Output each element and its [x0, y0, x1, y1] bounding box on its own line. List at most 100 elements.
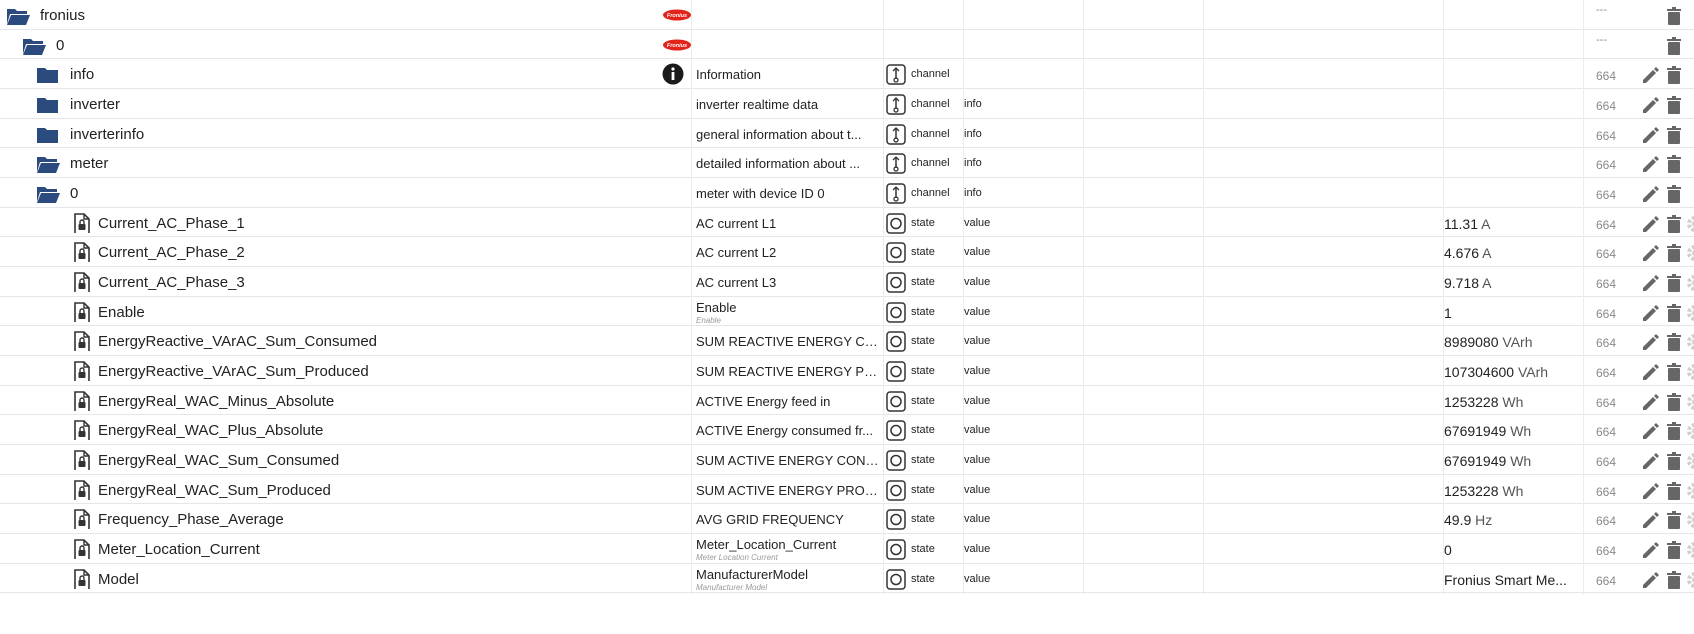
delete-icon[interactable] — [1664, 243, 1684, 263]
value-text[interactable]: 49.9 Hz — [1444, 512, 1582, 528]
table-row[interactable]: 0 meter with device ID 0 channel info 664 — [0, 178, 1694, 210]
delete-icon[interactable] — [1664, 570, 1684, 590]
acl-text[interactable]: 664 — [1596, 455, 1616, 469]
object-name[interactable]: 0 — [56, 37, 64, 54]
delete-icon[interactable] — [1664, 154, 1684, 174]
object-name[interactable]: Current_AC_Phase_1 — [98, 215, 245, 232]
value-cell[interactable]: 1 — [1443, 296, 1583, 328]
gear-icon[interactable] — [1685, 570, 1694, 590]
edit-icon[interactable] — [1640, 243, 1660, 263]
acl-text[interactable]: 664 — [1596, 425, 1616, 439]
value-text[interactable]: 11.31 A — [1444, 216, 1582, 232]
table-row[interactable]: Model ManufacturerModel Manufacturer Model… — [0, 563, 1694, 595]
edit-icon[interactable] — [1640, 421, 1660, 441]
delete-icon[interactable] — [1664, 95, 1684, 115]
acl-text[interactable]: --- — [1596, 34, 1607, 46]
value-cell[interactable]: 0 — [1443, 534, 1583, 566]
edit-icon[interactable] — [1640, 510, 1660, 530]
object-name[interactable]: inverter — [70, 96, 120, 113]
state-file-icon[interactable] — [72, 331, 98, 352]
value-cell[interactable] — [1443, 0, 1583, 31]
value-text[interactable]: 67691949 Wh — [1444, 453, 1582, 469]
object-name[interactable]: Enable — [98, 304, 145, 321]
state-file-icon[interactable] — [72, 390, 98, 411]
value-cell[interactable] — [1443, 29, 1583, 61]
state-file-icon[interactable] — [72, 420, 98, 441]
gear-icon[interactable] — [1685, 421, 1694, 441]
gear-icon[interactable] — [1685, 451, 1694, 471]
edit-icon[interactable] — [1640, 125, 1660, 145]
acl-text[interactable]: 664 — [1596, 129, 1616, 143]
value-cell[interactable]: 49.9 Hz — [1443, 504, 1583, 536]
value-cell[interactable]: 4.676 A — [1443, 237, 1583, 269]
edit-icon[interactable] — [1640, 362, 1660, 382]
gear-icon[interactable] — [1685, 243, 1694, 263]
table-row[interactable]: Current_AC_Phase_2 AC current L2 state valu… — [0, 237, 1694, 269]
edit-icon[interactable] — [1640, 392, 1660, 412]
table-row[interactable]: Current_AC_Phase_3 AC current L3 state valu… — [0, 267, 1694, 299]
edit-icon[interactable] — [1640, 65, 1660, 85]
acl-text[interactable]: 664 — [1596, 277, 1616, 291]
value-cell[interactable] — [1443, 118, 1583, 150]
value-cell[interactable]: Fronius Smart Me... — [1443, 563, 1583, 595]
gear-icon[interactable] — [1685, 510, 1694, 530]
gear-icon[interactable] — [1685, 332, 1694, 352]
state-file-icon[interactable] — [72, 568, 98, 589]
object-name[interactable]: EnergyReal_WAC_Sum_Produced — [98, 482, 331, 499]
table-row[interactable]: 0 Fronius --- — [0, 29, 1694, 61]
acl-text[interactable]: 664 — [1596, 247, 1616, 261]
value-cell[interactable]: 11.31 A — [1443, 207, 1583, 239]
gear-icon[interactable] — [1685, 392, 1694, 412]
acl-text[interactable]: --- — [1596, 4, 1607, 16]
acl-text[interactable]: 664 — [1596, 366, 1616, 380]
value-text[interactable]: 8989080 VArh — [1444, 334, 1582, 350]
value-text[interactable]: 1253228 Wh — [1444, 394, 1582, 410]
folder-icon[interactable] — [36, 65, 62, 85]
acl-text[interactable]: 664 — [1596, 396, 1616, 410]
acl-text[interactable]: 664 — [1596, 336, 1616, 350]
delete-icon[interactable] — [1664, 125, 1684, 145]
edit-icon[interactable] — [1640, 95, 1660, 115]
table-row[interactable]: inverter inverter realtime data channel inf… — [0, 89, 1694, 120]
object-name[interactable]: EnergyReactive_VArAC_Sum_Consumed — [98, 333, 377, 350]
acl-text[interactable]: 664 — [1596, 218, 1616, 232]
table-row[interactable]: EnergyReal_WAC_Plus_Absolute ACTIVE Energ… — [0, 415, 1694, 447]
state-file-icon[interactable] — [72, 479, 98, 500]
value-cell[interactable] — [1443, 178, 1583, 210]
folder-open-icon[interactable] — [6, 6, 32, 26]
object-name[interactable]: 0 — [70, 185, 78, 202]
gear-icon[interactable] — [1685, 214, 1694, 234]
delete-icon[interactable] — [1664, 184, 1684, 204]
table-row[interactable]: info Information channel 664 — [0, 59, 1694, 91]
state-file-icon[interactable] — [72, 242, 98, 263]
folder-icon[interactable] — [36, 125, 62, 145]
object-name[interactable]: EnergyReal_WAC_Minus_Absolute — [98, 393, 334, 410]
object-name[interactable]: EnergyReal_WAC_Sum_Consumed — [98, 452, 339, 469]
value-text[interactable]: Fronius Smart Me... — [1444, 572, 1582, 588]
delete-icon[interactable] — [1664, 214, 1684, 234]
value-cell[interactable]: 8989080 VArh — [1443, 326, 1583, 358]
folder-open-icon[interactable] — [22, 36, 48, 56]
value-cell[interactable] — [1443, 89, 1583, 120]
table-row[interactable]: meter detailed information about ... chann… — [0, 148, 1694, 180]
value-text[interactable]: 0 — [1444, 542, 1582, 558]
table-row[interactable]: EnergyReal_WAC_Sum_Produced SUM ACTIVE EN… — [0, 474, 1694, 506]
value-cell[interactable] — [1443, 148, 1583, 180]
state-file-icon[interactable] — [72, 212, 98, 233]
object-name[interactable]: info — [70, 66, 94, 83]
edit-icon[interactable] — [1640, 481, 1660, 501]
value-cell[interactable]: 1253228 Wh — [1443, 474, 1583, 506]
delete-icon[interactable] — [1664, 392, 1684, 412]
acl-text[interactable]: 664 — [1596, 485, 1616, 499]
object-name[interactable]: EnergyReactive_VArAC_Sum_Produced — [98, 363, 369, 380]
delete-icon[interactable] — [1664, 421, 1684, 441]
edit-icon[interactable] — [1640, 273, 1660, 293]
folder-open-icon[interactable] — [36, 154, 62, 174]
acl-text[interactable]: 664 — [1596, 307, 1616, 321]
edit-icon[interactable] — [1640, 303, 1660, 323]
delete-icon[interactable] — [1664, 6, 1684, 26]
delete-icon[interactable] — [1664, 303, 1684, 323]
value-cell[interactable]: 9.718 A — [1443, 267, 1583, 299]
acl-text[interactable]: 664 — [1596, 574, 1616, 588]
edit-icon[interactable] — [1640, 214, 1660, 234]
